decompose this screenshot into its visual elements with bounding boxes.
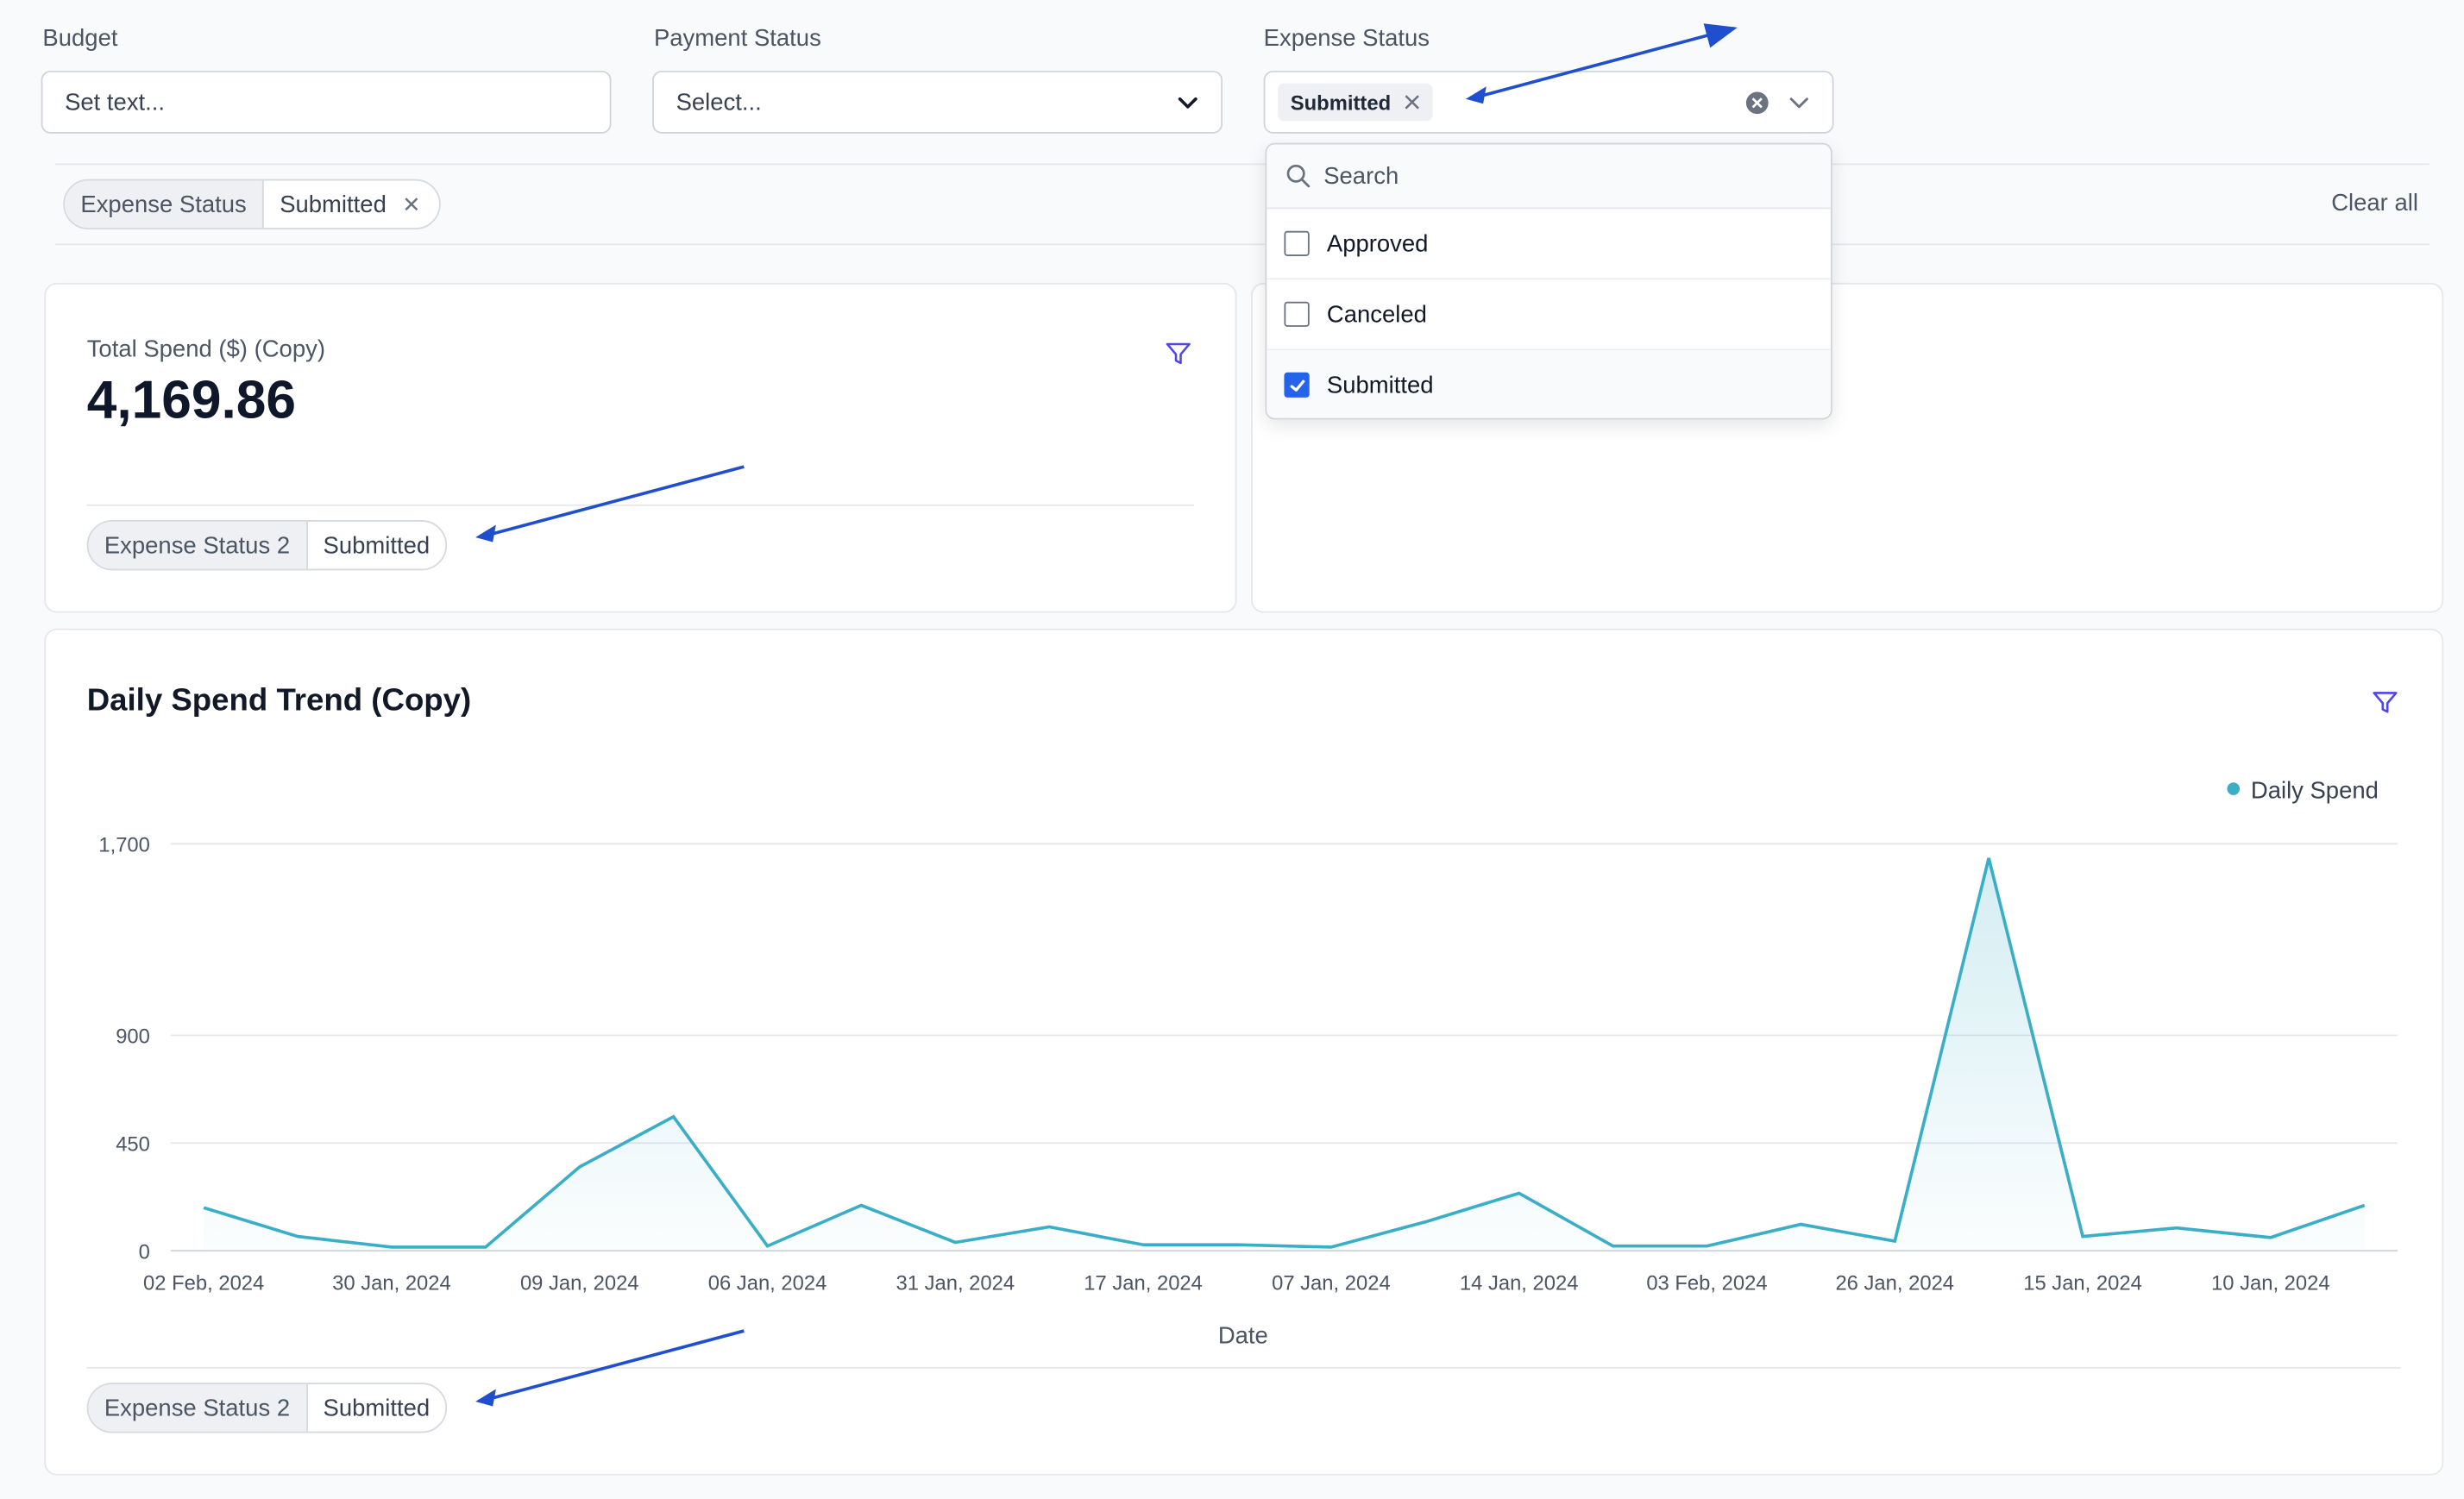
kpi-title: Total Spend ($) (Copy) [86, 336, 325, 363]
selected-chip-label: Submitted [1290, 90, 1392, 115]
x-tick-label: 15 Jan, 2024 [2023, 1273, 2142, 1295]
pill-key: Expense Status [65, 180, 264, 229]
pill-value: Submitted [323, 1394, 431, 1421]
x-tick-label: 26 Jan, 2024 [1835, 1273, 1954, 1295]
payment-status-select[interactable]: Select... [652, 70, 1223, 134]
x-tick-label: 17 Jan, 2024 [1084, 1273, 1203, 1295]
kpi-value: 4,169.86 [86, 370, 297, 431]
y-tick-label: 900 [116, 1026, 150, 1049]
dropdown-option[interactable]: Submitted [1267, 350, 1831, 418]
y-tick-label: 450 [116, 1133, 150, 1156]
trend-title: Daily Spend Trend (Copy) [86, 683, 472, 718]
x-tick-label: 03 Feb, 2024 [1646, 1273, 1767, 1295]
chevron-down-icon [1177, 91, 1199, 114]
x-tick-label: 02 Feb, 2024 [143, 1273, 264, 1295]
area-fill [204, 857, 2365, 1251]
option-label: Canceled [1326, 300, 1427, 328]
clear-all-button[interactable]: Clear all [2331, 190, 2418, 216]
option-label: Approved [1326, 229, 1429, 257]
x-axis-label: Date [1218, 1322, 1268, 1349]
x-tick-label: 06 Jan, 2024 [708, 1273, 827, 1295]
card-filter-pill: Expense Status 2 Submitted [86, 1383, 448, 1433]
dropdown-search[interactable]: Search [1267, 144, 1831, 210]
budget-placeholder: Set text... [65, 88, 166, 116]
checkbox[interactable] [1284, 230, 1310, 256]
pill-value: Submitted [280, 191, 387, 218]
clear-selection-icon[interactable] [1745, 91, 1769, 114]
payment-status-label: Payment Status [653, 25, 821, 53]
pill-value: Submitted [323, 531, 431, 559]
filter-icon[interactable] [1164, 340, 1192, 368]
checkbox[interactable] [1284, 301, 1310, 327]
x-tick-label: 30 Jan, 2024 [332, 1273, 451, 1295]
dropdown-option[interactable]: Canceled [1267, 279, 1831, 351]
expense-status-select[interactable]: Submitted [1263, 70, 1834, 134]
chip-remove-icon[interactable] [1404, 94, 1419, 110]
search-placeholder: Search [1323, 162, 1399, 190]
pill-key: Expense Status 2 [88, 521, 308, 569]
chevron-down-icon[interactable] [1788, 91, 1810, 114]
legend-marker [2227, 782, 2241, 795]
option-label: Submitted [1326, 371, 1434, 398]
selected-chip: Submitted [1278, 83, 1432, 122]
dashboard: Budget Set text... Payment Status Select… [0, 0, 2464, 1499]
budget-input[interactable]: Set text... [41, 70, 612, 134]
search-icon [1285, 163, 1311, 188]
expense-status-label: Expense Status [1263, 25, 1430, 53]
divider [55, 163, 2429, 166]
x-tick-label: 10 Jan, 2024 [2211, 1273, 2330, 1295]
dropdown-option[interactable]: Approved [1267, 209, 1831, 280]
x-tick-label: 14 Jan, 2024 [1460, 1273, 1579, 1295]
x-tick-label: 09 Jan, 2024 [520, 1273, 639, 1295]
active-filter-pill: Expense Status Submitted ✕ [63, 179, 442, 229]
filter-icon[interactable] [2371, 688, 2399, 717]
kpi-card: Total Spend ($) (Copy) 4,169.86 Expense … [44, 282, 1237, 613]
remove-filter-icon[interactable]: ✕ [402, 181, 439, 229]
checkbox[interactable] [1284, 372, 1310, 398]
payment-status-placeholder: Select... [676, 88, 762, 116]
pill-key: Expense Status 2 [88, 1384, 308, 1432]
expense-status-dropdown: Search Approved Canceled Submitted [1265, 142, 1832, 420]
card-filter-pill: Expense Status 2 Submitted [86, 520, 448, 571]
budget-label: Budget [42, 25, 118, 53]
daily-spend-chart: 0 450 900 1,700 02 Feb, 2024 30 Jan, 2024 09 … [98, 777, 2398, 1349]
divider [86, 504, 1195, 506]
y-tick-label: 0 [139, 1241, 150, 1264]
x-tick-label: 07 Jan, 2024 [1272, 1273, 1391, 1295]
x-tick-label: 31 Jan, 2024 [896, 1273, 1015, 1295]
y-tick-label: 1,700 [98, 834, 150, 856]
divider [55, 243, 2429, 246]
legend-label: Daily Spend [2251, 777, 2379, 804]
